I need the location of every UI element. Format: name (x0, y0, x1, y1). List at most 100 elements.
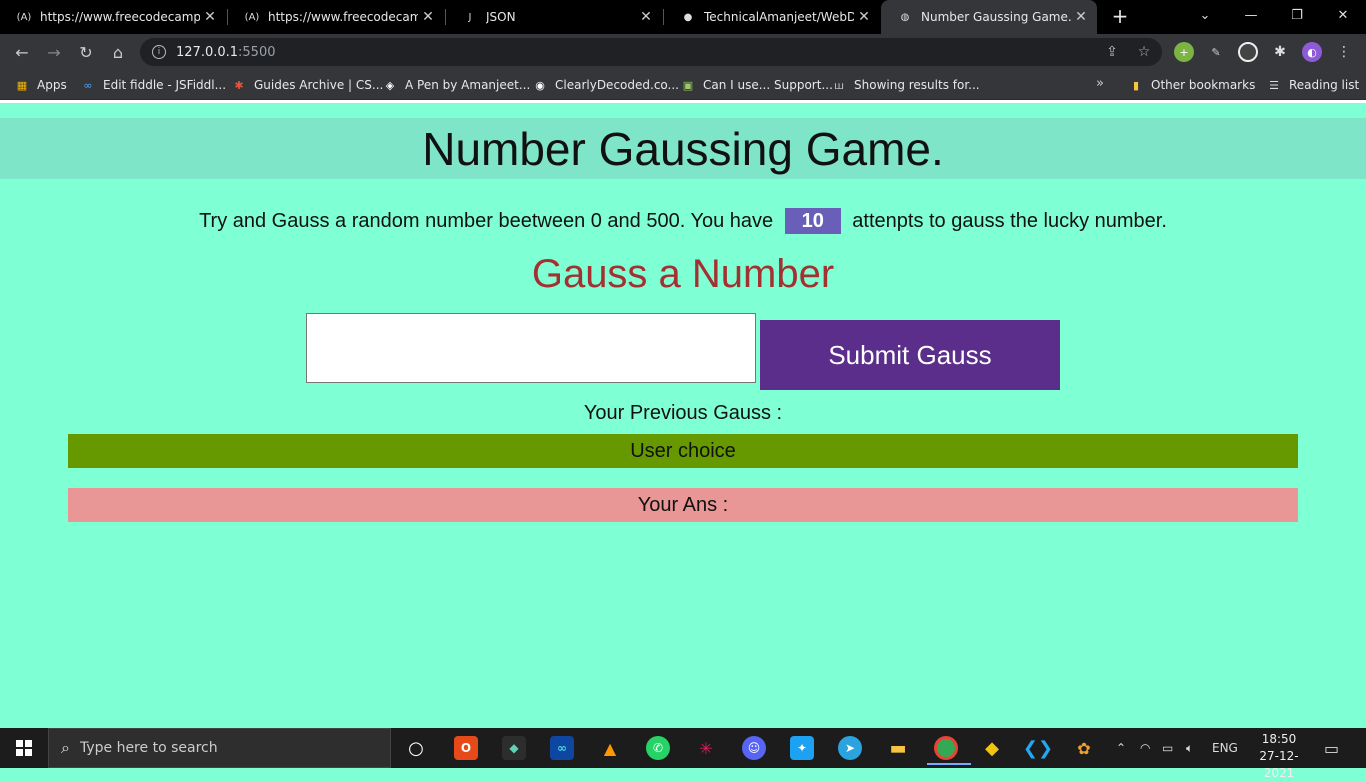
submit-guess-button[interactable]: Submit Gauss (760, 320, 1060, 390)
tab-title: Number Gaussing Game. (921, 10, 1071, 24)
git-icon[interactable]: ◆ (980, 736, 1004, 760)
close-window-icon[interactable]: ✕ (1320, 0, 1366, 30)
clock-date: 27-12-2021 (1259, 749, 1299, 780)
more-bookmarks-chevron-icon[interactable]: » (1096, 76, 1104, 91)
twitter-icon[interactable]: ✦ (790, 736, 814, 760)
profile-avatar[interactable]: ◐ (1302, 42, 1322, 62)
tab-title: https://www.freecodecamp.o (40, 10, 200, 24)
browser-tab-strip: (A) https://www.freecodecamp.o ✕ (A) htt… (0, 0, 1366, 34)
tab-number-gaussing-game[interactable]: ◍ Number Gaussing Game. ✕ (881, 0, 1097, 34)
chrome-icon[interactable] (927, 736, 971, 765)
battery-icon[interactable]: ▭ (1162, 728, 1173, 768)
json-icon: J (468, 11, 472, 23)
matlab-icon[interactable]: ▲ (598, 736, 622, 760)
tab-title: JSON (486, 10, 516, 24)
close-tab-icon[interactable]: ✕ (636, 9, 656, 25)
url-port: :5500 (238, 44, 276, 60)
extension-plus-icon[interactable]: + (1174, 42, 1194, 62)
office-icon[interactable]: O (454, 736, 478, 760)
caniuse-icon: ▣ (682, 78, 694, 92)
folder-icon: ▮ (1132, 78, 1140, 92)
extension-pen-icon[interactable]: ✎ (1206, 42, 1226, 62)
windows-taskbar: ⌕ Type here to search ○ O ◆ ∞ ▲ ✆ ✳ ☺ ✦ … (0, 728, 1366, 780)
tab-title: https://www.freecodecamp.o (268, 10, 418, 24)
paint-icon[interactable]: ✿ (1072, 736, 1096, 760)
bookmark-jsfiddle[interactable]: ∞ Edit fiddle - JSFiddl... (80, 76, 226, 94)
freecodecamp-icon: (A) (244, 11, 260, 23)
extensions-puzzle-icon[interactable]: ✱ (1270, 42, 1290, 62)
search-icon: ⌕ (61, 738, 70, 757)
bookmark-star-icon[interactable]: ☆ (1134, 42, 1154, 62)
codepen-icon: ◈ (385, 78, 395, 92)
task-view-icon[interactable]: ○ (404, 736, 428, 760)
restore-icon[interactable]: ❐ (1274, 0, 1320, 30)
tab-freecodecamp-2[interactable]: (A) https://www.freecodecamp.o ✕ (228, 0, 444, 34)
taskbar-search-placeholder: Type here to search (79, 740, 218, 756)
game-page: Number Gaussing Game. Try and Gauss a ra… (0, 103, 1366, 728)
reload-icon[interactable]: ↻ (74, 40, 98, 64)
site-info-icon[interactable]: i (152, 45, 166, 59)
address-bar[interactable]: i 127.0.0.1:5500 ⇪ ☆ (140, 38, 1162, 66)
bookmarks-bar: ▦ Apps ∞ Edit fiddle - JSFiddl... ✱ Guid… (0, 70, 1366, 100)
bookmark-clearlydecoded[interactable]: ◉ ClearlyDecoded.co... (532, 76, 679, 94)
language-indicator[interactable]: ENG (1212, 728, 1238, 768)
home-icon[interactable]: ⌂ (106, 40, 130, 64)
page-title: Number Gaussing Game. (422, 123, 944, 175)
close-tab-icon[interactable]: ✕ (200, 9, 220, 25)
volume-icon[interactable]: 🔈︎ (1186, 728, 1193, 768)
show-hidden-icons[interactable]: ⌃ (1116, 728, 1126, 768)
globe-icon: ◍ (900, 11, 910, 23)
minimize-icon[interactable]: — (1228, 0, 1274, 30)
forward-icon[interactable]: → (42, 40, 66, 64)
notifications-icon[interactable]: ▭ (1324, 728, 1339, 768)
apps-grid-icon: ▦ (16, 78, 28, 92)
tab-json[interactable]: J JSON ✕ (446, 0, 662, 34)
bookmark-apps[interactable]: ▦ Apps (14, 76, 67, 94)
close-tab-icon[interactable]: ✕ (418, 9, 438, 25)
bookmark-css-tricks[interactable]: ✱ Guides Archive | CS... (231, 76, 383, 94)
telegram-icon[interactable]: ➤ (838, 736, 862, 760)
clock-time: 18:50 (1261, 732, 1297, 746)
close-tab-icon[interactable]: ✕ (1071, 9, 1091, 25)
slack-icon[interactable]: ✳ (694, 736, 718, 760)
freecodecamp-icon: (A) (16, 11, 32, 23)
clearlydecoded-icon: ◉ (535, 78, 545, 92)
intro-text: Try and Gauss a random number beetween 0… (0, 207, 1366, 235)
guess-heading: Gauss a Number (531, 252, 835, 296)
wifi-icon[interactable]: ◠ (1140, 728, 1150, 768)
url-host: 127.0.0.1 (176, 44, 239, 60)
intro-after: attenpts to gauss the lucky number. (852, 210, 1167, 232)
new-tab-icon[interactable]: + (1108, 4, 1132, 28)
search-results-icon: ꟺ (833, 78, 845, 92)
bookmark-codepen[interactable]: ◈ A Pen by Amanjeet... (382, 76, 531, 94)
share-icon[interactable]: ⇪ (1102, 42, 1122, 62)
start-button[interactable] (0, 728, 48, 768)
attempts-badge: 10 (784, 208, 841, 234)
app-arrow-icon[interactable]: ◆ (502, 736, 526, 760)
user-choice-bar: User choice (68, 434, 1298, 468)
tab-search-chevron-icon[interactable]: ⌄ (1182, 0, 1228, 30)
intro-before: Try and Gauss a random number beetween 0… (199, 210, 774, 232)
tab-freecodecamp-1[interactable]: (A) https://www.freecodecamp.o ✕ (0, 0, 226, 34)
bookmark-search-results[interactable]: ꟺ Showing results for... (831, 76, 980, 94)
bookmark-other[interactable]: ▮ Other bookmarks (1128, 76, 1255, 94)
tab-title: TechnicalAmanjeet/WebDev- (704, 10, 854, 24)
close-tab-icon[interactable]: ✕ (854, 9, 874, 25)
vscode-icon[interactable]: ❮❯ (1023, 736, 1053, 760)
previous-guess-label: Your Previous Gauss : (583, 402, 783, 424)
menu-kebab-icon[interactable]: ⋮ (1334, 42, 1354, 62)
discord-icon[interactable]: ☺ (742, 736, 766, 760)
css-tricks-icon: ✱ (234, 78, 244, 92)
whatsapp-icon[interactable]: ✆ (646, 736, 670, 760)
file-explorer-icon[interactable]: ▬ (886, 736, 910, 760)
taskbar-clock[interactable]: 18:50 27-12-2021 (1246, 731, 1312, 782)
back-icon[interactable]: ← (10, 40, 34, 64)
taskbar-search[interactable]: ⌕ Type here to search (48, 728, 391, 768)
guess-input[interactable] (306, 313, 756, 383)
bookmark-caniuse[interactable]: ▣ Can I use... Support... (680, 76, 833, 94)
reading-list-icon: ☰ (1269, 78, 1279, 92)
extension-circle-icon[interactable] (1238, 42, 1258, 62)
bookmark-reading-list[interactable]: ☰ Reading list (1266, 76, 1359, 94)
arduino-icon[interactable]: ∞ (550, 736, 574, 760)
tab-github[interactable]: ● TechnicalAmanjeet/WebDev- ✕ (664, 0, 880, 34)
